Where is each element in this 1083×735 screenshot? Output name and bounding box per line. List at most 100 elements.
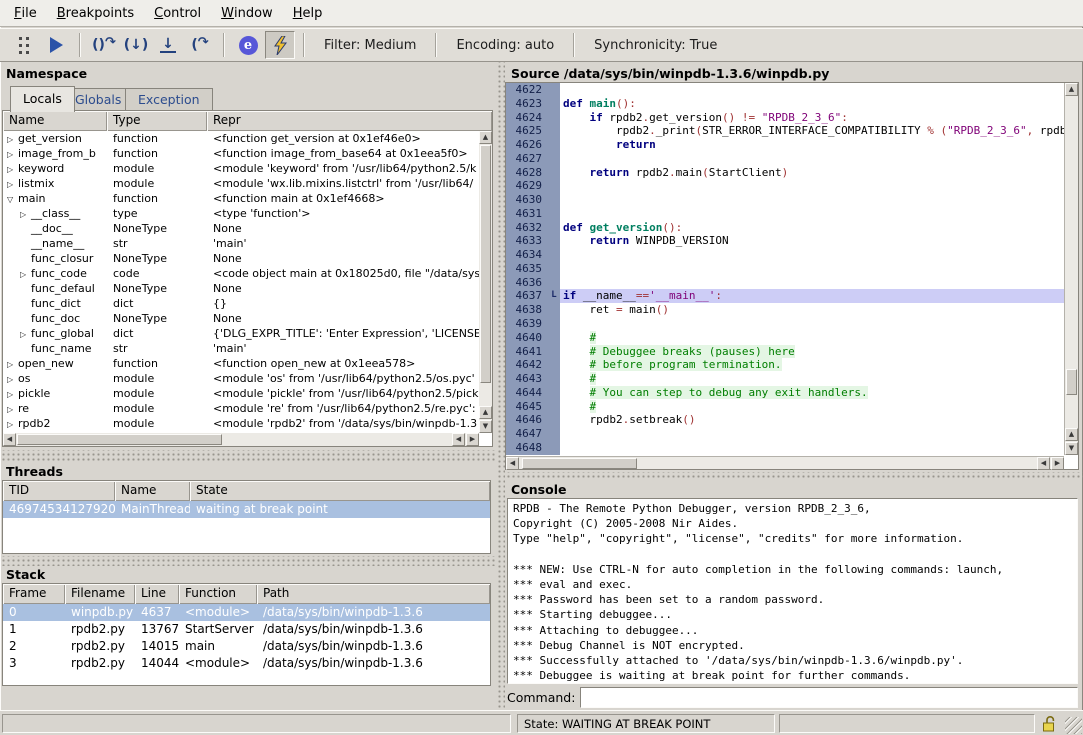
expand-arrow-icon[interactable]: ▷: [7, 132, 18, 146]
namespace-row[interactable]: __name__str'main': [3, 236, 479, 251]
scroll-right-icon[interactable]: ▶: [466, 433, 479, 446]
menu-item-help[interactable]: Help: [283, 0, 333, 26]
scroll-down-icon[interactable]: ▼: [1065, 442, 1078, 455]
stack-row[interactable]: 1rpdb2.py13767StartServer/data/sys/bin/w…: [3, 621, 490, 638]
thread-row[interactable]: 46974534127920MainThreadwaiting at break…: [3, 501, 490, 518]
scroll-left-icon[interactable]: ◀: [1037, 457, 1050, 470]
line-number[interactable]: 4637: [506, 289, 548, 303]
break-icon[interactable]: [9, 31, 39, 59]
namespace-row[interactable]: func_defaulNoneTypeNone: [3, 281, 479, 296]
column-header-state[interactable]: State: [190, 481, 490, 501]
line-number[interactable]: 4626: [506, 138, 548, 152]
source-horizontal-scrollbar[interactable]: ◀ ◀ ▶: [506, 456, 1064, 469]
goto-icon[interactable]: (↷: [185, 31, 215, 59]
menu-item-file[interactable]: File: [4, 0, 47, 26]
namespace-row[interactable]: func_namestr'main': [3, 341, 479, 356]
stack-row[interactable]: 2rpdb2.py14015main/data/sys/bin/winpdb-1…: [3, 638, 490, 655]
line-number[interactable]: 4624: [506, 111, 548, 125]
line-number[interactable]: 4632: [506, 221, 548, 235]
line-number[interactable]: 4635: [506, 262, 548, 276]
expand-arrow-icon[interactable]: ▷: [7, 402, 18, 416]
tab-locals[interactable]: Locals: [10, 86, 75, 112]
namespace-row[interactable]: ▷rpdb2module<module 'rpdb2' from '/data/…: [3, 416, 479, 431]
column-header-repr[interactable]: Repr: [207, 111, 492, 131]
source-code-view[interactable]: 46224623def main():4624 if rpdb2.get_ver…: [506, 83, 1064, 455]
line-number[interactable]: 4641: [506, 345, 548, 359]
scroll-up-icon[interactable]: ▲: [1065, 83, 1078, 96]
expand-arrow-icon[interactable]: ▷: [20, 327, 31, 341]
namespace-row[interactable]: ▷image_from_bfunction<function image_fro…: [3, 146, 479, 161]
scroll-up-icon[interactable]: ▲: [479, 406, 492, 419]
step-over-icon[interactable]: ()↷: [89, 31, 119, 59]
line-number[interactable]: 4645: [506, 400, 548, 414]
stack-row[interactable]: 0winpdb.py4637<module>/data/sys/bin/winp…: [3, 604, 490, 621]
expand-arrow-icon[interactable]: ▷: [7, 177, 18, 191]
scroll-right-icon[interactable]: ▶: [1051, 457, 1064, 470]
resize-grip[interactable]: [1065, 717, 1082, 734]
line-number[interactable]: 4644: [506, 386, 548, 400]
expand-arrow-icon[interactable]: ▷: [7, 387, 18, 401]
step-return-icon[interactable]: ↓: [153, 31, 183, 59]
line-number[interactable]: 4627: [506, 152, 548, 166]
column-header-name[interactable]: Name: [115, 481, 190, 501]
scroll-left-icon[interactable]: ◀: [506, 457, 519, 470]
namespace-row[interactable]: func_dictdict{}: [3, 296, 479, 311]
line-number[interactable]: 4634: [506, 248, 548, 262]
scrollbar-thumb[interactable]: [522, 458, 637, 469]
exception-mode-icon[interactable]: e: [233, 31, 263, 59]
expand-arrow-icon[interactable]: ▷: [20, 207, 31, 221]
expand-arrow-icon[interactable]: ▷: [20, 267, 31, 281]
threads-stack-splitter[interactable]: [0, 556, 497, 566]
menu-item-control[interactable]: Control: [144, 0, 211, 26]
namespace-row[interactable]: ▷open_newfunction<function open_new at 0…: [3, 356, 479, 371]
line-number[interactable]: 4631: [506, 207, 548, 221]
scroll-up-icon[interactable]: ▲: [479, 131, 492, 144]
expand-arrow-icon[interactable]: ▷: [7, 357, 18, 371]
line-number[interactable]: 4629: [506, 179, 548, 193]
tab-exception[interactable]: Exception: [125, 88, 213, 111]
synchronicity-toggle-icon[interactable]: [265, 31, 295, 59]
namespace-row[interactable]: ▽mainfunction<function main at 0x1ef4668…: [3, 191, 479, 206]
go-icon[interactable]: [41, 31, 71, 59]
scrollbar-thumb[interactable]: [480, 145, 491, 383]
scroll-up-icon[interactable]: ▲: [1065, 428, 1078, 441]
scrollbar-thumb[interactable]: [1066, 369, 1077, 395]
column-header-line[interactable]: Line: [135, 584, 179, 604]
scroll-left-icon[interactable]: ◀: [452, 433, 465, 446]
line-number[interactable]: 4638: [506, 303, 548, 317]
namespace-row[interactable]: ▷listmixmodule<module 'wx.lib.mixins.lis…: [3, 176, 479, 191]
line-number[interactable]: 4636: [506, 276, 548, 290]
expand-arrow-icon[interactable]: ▷: [7, 372, 18, 386]
column-header-path[interactable]: Path: [257, 584, 490, 604]
line-number[interactable]: 4643: [506, 372, 548, 386]
source-vertical-scrollbar[interactable]: ▲ ▲ ▼: [1064, 83, 1078, 455]
line-number[interactable]: 4642: [506, 358, 548, 372]
column-header-function[interactable]: Function: [179, 584, 257, 604]
stack-row[interactable]: 3rpdb2.py14044<module>/data/sys/bin/winp…: [3, 655, 490, 672]
namespace-row[interactable]: func_closurNoneTypeNone: [3, 251, 479, 266]
line-number[interactable]: 4640: [506, 331, 548, 345]
namespace-horizontal-scrollbar[interactable]: ◀ ◀ ▶: [3, 433, 479, 446]
column-header-type[interactable]: Type: [107, 111, 207, 131]
source-console-splitter[interactable]: [505, 472, 1083, 480]
console-output[interactable]: RPDB - The Remote Python Debugger, versi…: [507, 498, 1078, 684]
line-number[interactable]: 4625: [506, 124, 548, 138]
scroll-left-icon[interactable]: ◀: [3, 433, 16, 446]
line-number[interactable]: 4630: [506, 193, 548, 207]
expand-arrow-icon[interactable]: ▷: [7, 417, 18, 431]
menu-item-breakpoints[interactable]: Breakpoints: [47, 0, 144, 26]
line-number[interactable]: 4623: [506, 97, 548, 111]
column-header-name[interactable]: Name: [3, 111, 107, 131]
namespace-row[interactable]: ▷get_versionfunction<function get_versio…: [3, 131, 479, 146]
step-into-icon[interactable]: (↓): [121, 31, 151, 59]
namespace-vertical-scrollbar[interactable]: ▲ ▲ ▼: [479, 131, 492, 433]
scrollbar-thumb[interactable]: [17, 434, 222, 445]
line-number[interactable]: 4633: [506, 234, 548, 248]
collapse-arrow-icon[interactable]: ▽: [7, 192, 18, 206]
expand-arrow-icon[interactable]: ▷: [7, 162, 18, 176]
namespace-row[interactable]: ▷osmodule<module 'os' from '/usr/lib64/p…: [3, 371, 479, 386]
namespace-row[interactable]: ▷remodule<module 're' from '/usr/lib64/p…: [3, 401, 479, 416]
menu-item-window[interactable]: Window: [211, 0, 283, 26]
line-number[interactable]: 4622: [506, 83, 548, 97]
namespace-row[interactable]: ▷picklemodule<module 'pickle' from '/usr…: [3, 386, 479, 401]
